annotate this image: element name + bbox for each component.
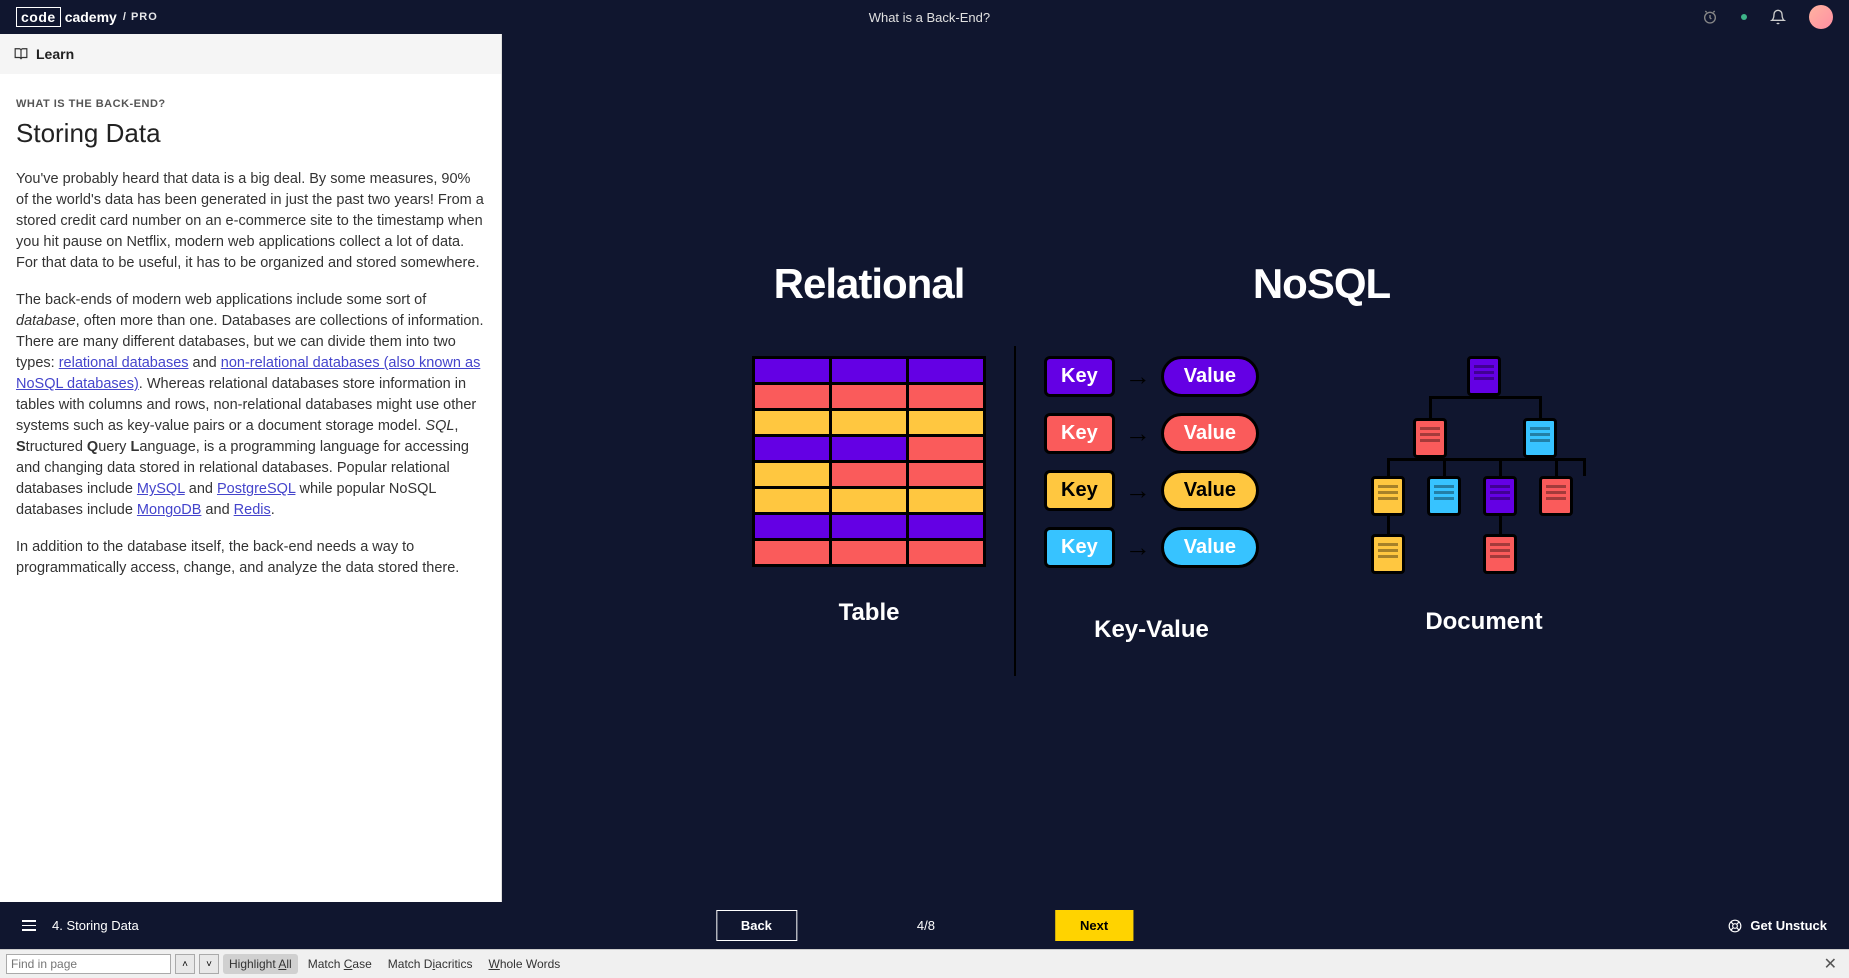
keyvalue-column: Key → Value Key → Value Key bbox=[1044, 356, 1259, 644]
diagram-panel: Relational Table NoSQL bbox=[502, 34, 1849, 902]
link-postgresql[interactable]: PostgreSQL bbox=[217, 481, 295, 497]
back-button[interactable]: Back bbox=[716, 910, 797, 941]
paragraph-1: You've probably heard that data is a big… bbox=[16, 169, 485, 274]
kv-pair: Key → Value bbox=[1044, 527, 1259, 568]
key-box: Key bbox=[1044, 413, 1115, 454]
lesson-content: WHAT IS THE BACK-END? Storing Data You'v… bbox=[0, 74, 501, 902]
whole-words-toggle[interactable]: Whole Words bbox=[482, 954, 566, 974]
kv-pair: Key → Value bbox=[1044, 413, 1259, 454]
nosql-row: Key → Value Key → Value Key bbox=[1044, 356, 1599, 644]
db-diagram: Relational Table NoSQL bbox=[752, 260, 1599, 676]
kv-pair: Key → Value bbox=[1044, 356, 1259, 397]
arrow-icon: → bbox=[1125, 532, 1151, 563]
value-box: Value bbox=[1161, 356, 1259, 397]
document-column: Document bbox=[1369, 356, 1599, 644]
nosql-heading: NoSQL bbox=[1253, 260, 1390, 308]
match-diacritics-toggle[interactable]: Match Diacritics bbox=[382, 954, 479, 974]
paragraph-3: In addition to the database itself, the … bbox=[16, 537, 485, 579]
key-box: Key bbox=[1044, 356, 1115, 397]
arrow-icon: → bbox=[1125, 475, 1151, 506]
book-icon bbox=[14, 47, 28, 61]
relational-heading: Relational bbox=[774, 260, 965, 308]
highlight-all-toggle[interactable]: Highlight All bbox=[223, 954, 298, 974]
bottom-nav: 4. Storing Data Back 4/8 Next Get Unstuc… bbox=[0, 902, 1849, 949]
document-label: Document bbox=[1425, 608, 1542, 636]
find-next-button[interactable]: ˅ bbox=[199, 954, 219, 974]
logo[interactable]: codecademy / PRO bbox=[16, 7, 158, 27]
left-panel: Learn WHAT IS THE BACK-END? Storing Data… bbox=[0, 34, 502, 902]
logo-pro: / PRO bbox=[123, 11, 158, 23]
logo-box: code bbox=[16, 7, 61, 27]
nosql-column: NoSQL Key → Value Key → bbox=[1044, 260, 1599, 644]
nav-center: Back 4/8 Next bbox=[716, 910, 1133, 941]
timer-icon[interactable] bbox=[1701, 8, 1719, 26]
vertical-divider bbox=[1014, 346, 1016, 676]
relational-column: Relational Table bbox=[752, 260, 986, 627]
link-mongodb[interactable]: MongoDB bbox=[137, 502, 201, 518]
top-header: codecademy / PRO What is a Back-End? bbox=[0, 0, 1849, 34]
key-box: Key bbox=[1044, 527, 1115, 568]
header-title: What is a Back-End? bbox=[869, 10, 990, 25]
find-prev-button[interactable]: ˄ bbox=[175, 954, 195, 974]
link-mysql[interactable]: MySQL bbox=[137, 481, 185, 497]
lesson-label: 4. Storing Data bbox=[52, 918, 139, 933]
header-icons bbox=[1701, 5, 1833, 29]
link-relational-db[interactable]: relational databases bbox=[59, 355, 189, 371]
kv-pairs: Key → Value Key → Value Key bbox=[1044, 356, 1259, 568]
learn-bar[interactable]: Learn bbox=[0, 34, 501, 74]
table-graphic bbox=[752, 356, 986, 567]
arrow-icon: → bbox=[1125, 361, 1151, 392]
progress-indicator: 4/8 bbox=[917, 918, 935, 933]
close-icon[interactable]: ✕ bbox=[1818, 954, 1843, 974]
kv-pair: Key → Value bbox=[1044, 470, 1259, 511]
avatar[interactable] bbox=[1809, 5, 1833, 29]
main-container: Learn WHAT IS THE BACK-END? Storing Data… bbox=[0, 34, 1849, 902]
status-dot-icon[interactable] bbox=[1741, 14, 1747, 20]
key-box: Key bbox=[1044, 470, 1115, 511]
arrow-icon: → bbox=[1125, 418, 1151, 449]
get-unstuck-label: Get Unstuck bbox=[1750, 918, 1827, 933]
table-label: Table bbox=[839, 599, 900, 627]
lesson-eyebrow: WHAT IS THE BACK-END? bbox=[16, 98, 485, 110]
lifebuoy-icon bbox=[1728, 919, 1742, 933]
find-input[interactable] bbox=[6, 954, 171, 974]
page-title: Storing Data bbox=[16, 118, 485, 149]
logo-text: cademy bbox=[65, 9, 117, 25]
hamburger-icon[interactable] bbox=[22, 920, 36, 931]
get-unstuck-button[interactable]: Get Unstuck bbox=[1728, 918, 1827, 933]
value-box: Value bbox=[1161, 470, 1259, 511]
link-redis[interactable]: Redis bbox=[234, 502, 271, 518]
next-button[interactable]: Next bbox=[1055, 910, 1133, 941]
find-bar: ˄ ˅ Highlight All Match Case Match Diacr… bbox=[0, 949, 1849, 978]
document-tree-graphic bbox=[1369, 356, 1599, 596]
keyvalue-label: Key-Value bbox=[1094, 616, 1209, 644]
match-case-toggle[interactable]: Match Case bbox=[302, 954, 378, 974]
bell-icon[interactable] bbox=[1769, 8, 1787, 26]
learn-label: Learn bbox=[36, 46, 74, 62]
paragraph-2: The back-ends of modern web applications… bbox=[16, 290, 485, 521]
nav-left: 4. Storing Data bbox=[22, 918, 139, 933]
value-box: Value bbox=[1161, 413, 1259, 454]
value-box: Value bbox=[1161, 527, 1259, 568]
